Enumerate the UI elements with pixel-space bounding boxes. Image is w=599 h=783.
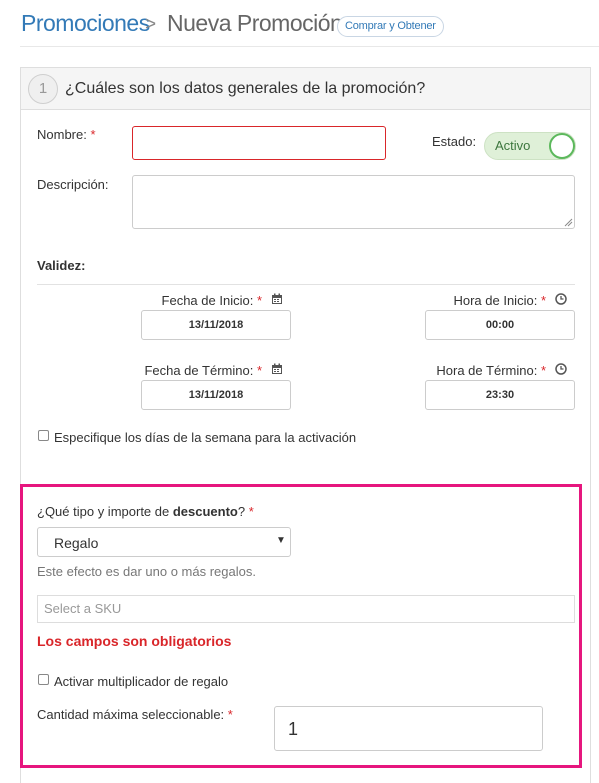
required-marker: * — [90, 127, 96, 142]
start-time-input[interactable]: 00:00 — [425, 310, 575, 340]
status-label: Estado: — [432, 134, 477, 149]
end-date-label: Fecha de Término: * — [144, 363, 262, 378]
discount-type-value: Regalo — [54, 535, 99, 551]
clock-icon[interactable] — [555, 293, 567, 305]
validation-error: Los campos son obligatorios — [37, 633, 232, 649]
start-date-label: Fecha de Inicio: * — [161, 293, 262, 308]
gift-multiplier-checkbox[interactable] — [38, 674, 49, 685]
description-textarea[interactable] — [132, 175, 575, 229]
end-time-label: Hora de Término: * — [436, 363, 546, 378]
required-marker: * — [256, 363, 262, 378]
max-quantity-value: 1 — [288, 719, 299, 739]
required-marker: * — [540, 293, 546, 308]
caret-down-icon: ▼ — [276, 535, 286, 546]
required-marker: * — [540, 363, 546, 378]
name-label: Nombre: * — [37, 127, 96, 142]
page-title: Nueva Promoción — [167, 10, 343, 36]
status-toggle-knob[interactable] — [549, 133, 575, 159]
required-marker: * — [256, 293, 262, 308]
status-toggle-label: Activo — [495, 138, 531, 153]
promotion-type-badge: Comprar y Obtener — [337, 16, 444, 37]
header-divider — [20, 46, 599, 47]
validity-divider — [37, 284, 575, 285]
required-marker: * — [248, 504, 254, 519]
discount-help-text: Este efecto es dar uno o más regalos. — [37, 564, 256, 579]
start-time-label: Hora de Inicio: * — [453, 293, 546, 308]
start-date-input[interactable]: 13/11/2018 — [141, 310, 291, 340]
sku-placeholder: Select a SKU — [44, 601, 122, 616]
breadcrumb-separator: > — [145, 14, 157, 35]
name-field[interactable] — [132, 126, 386, 160]
clock-icon[interactable] — [555, 363, 567, 375]
weekdays-label: Especifique los días de la semana para l… — [54, 430, 357, 445]
weekdays-checkbox[interactable] — [38, 430, 49, 441]
required-marker: * — [227, 707, 233, 722]
calendar-icon[interactable] — [271, 363, 283, 375]
step-number: 1 — [28, 74, 58, 104]
end-date-input[interactable]: 13/11/2018 — [141, 380, 291, 410]
validity-heading: Validez: — [37, 258, 86, 273]
breadcrumb-promociones-link[interactable]: Promociones — [21, 10, 150, 37]
end-time-input[interactable]: 23:30 — [425, 380, 575, 410]
gift-multiplier-label: Activar multiplicador de regalo — [54, 674, 229, 689]
max-quantity-input[interactable] — [274, 706, 543, 751]
max-quantity-label: Cantidad máxima seleccionable: * — [37, 707, 233, 722]
section-title: ¿Cuáles son los datos generales de la pr… — [65, 80, 426, 97]
discount-type-question: ¿Qué tipo y importe de descuento? * — [37, 504, 254, 519]
description-label: Descripción: — [37, 177, 109, 192]
calendar-icon[interactable] — [271, 293, 283, 305]
resize-grip-icon[interactable] — [563, 217, 573, 227]
